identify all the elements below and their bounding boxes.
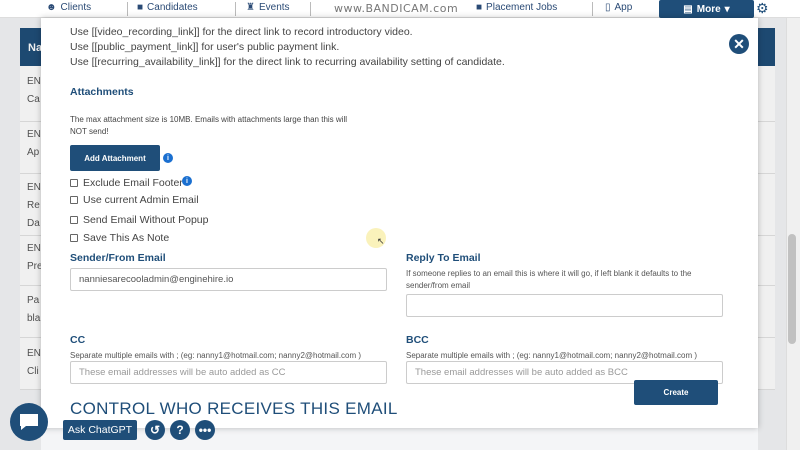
- attachment-size-note: The max attachment size is 10MB. Emails …: [70, 115, 347, 136]
- cc-field[interactable]: These email addresses will be auto added…: [70, 361, 387, 384]
- nav-clients-label: Clients: [60, 2, 92, 13]
- top-nav: ☻ Clients ■ Candidates ♜ Events ■ Placem…: [0, 0, 800, 18]
- reply-to-help: If someone replies to an email this is w…: [406, 269, 692, 290]
- close-modal-button[interactable]: ✕: [729, 34, 749, 54]
- cc-label: CC: [70, 334, 86, 346]
- reply-to-field[interactable]: [406, 294, 723, 317]
- nav-events[interactable]: ♜ Events: [246, 2, 290, 13]
- nav-divider: [310, 2, 311, 16]
- instruction-line: Use [[public_payment_link]] for user's p…: [70, 41, 340, 53]
- reply-to-label: Reply To Email: [406, 252, 481, 264]
- clients-icon: ☻: [46, 2, 57, 13]
- briefcase-icon: ■: [476, 2, 483, 13]
- info-icon[interactable]: i: [182, 176, 192, 186]
- trophy-icon: ♜: [246, 2, 255, 13]
- nav-placement-jobs[interactable]: ■ Placement Jobs: [476, 2, 557, 13]
- nav-candidates-label: Candidates: [147, 2, 198, 13]
- close-icon: ✕: [733, 36, 745, 52]
- checkbox-label: Save This As Note: [83, 232, 170, 244]
- mouse-cursor-icon: ↖: [377, 236, 385, 246]
- more-menu-button[interactable]: ▤ More ▾: [659, 0, 754, 18]
- nav-app[interactable]: ▯ App: [605, 2, 632, 13]
- recording-watermark: www.BANDICAM.com: [334, 2, 459, 15]
- nav-clients[interactable]: ☻ Clients: [46, 2, 91, 13]
- nav-divider: [235, 2, 236, 16]
- checkbox-label: Send Email Without Popup: [83, 214, 209, 226]
- nav-candidates[interactable]: ■ Candidates: [137, 2, 198, 13]
- checkbox-label: Use current Admin Email: [83, 194, 199, 206]
- nav-divider: [592, 2, 593, 16]
- instruction-line: Use [[video_recording_link]] for the dir…: [70, 26, 413, 38]
- sender-label: Sender/From Email: [70, 252, 166, 264]
- ask-chatgpt-button[interactable]: Ask ChatGPT: [63, 420, 137, 440]
- send-without-popup-checkbox[interactable]: [70, 216, 78, 224]
- attachments-title: Attachments: [70, 86, 134, 98]
- info-icon[interactable]: i: [163, 153, 173, 163]
- nav-placement-label: Placement Jobs: [486, 2, 558, 13]
- save-as-note-option[interactable]: Save This As Note: [70, 232, 169, 244]
- briefcase-icon: ■: [137, 2, 144, 13]
- chat-icon[interactable]: [10, 403, 48, 441]
- add-attachment-button[interactable]: Add Attachment: [70, 145, 160, 171]
- instruction-line: Use [[recurring_availability_link]] for …: [70, 56, 505, 68]
- bcc-label: BCC: [406, 334, 429, 346]
- nav-app-label: App: [614, 2, 633, 13]
- send-without-popup-option[interactable]: Send Email Without Popup: [70, 214, 209, 226]
- use-admin-email-checkbox[interactable]: [70, 196, 78, 204]
- checkbox-label: Exclude Email Footer: [83, 177, 183, 189]
- history-icon[interactable]: ↺: [145, 420, 165, 440]
- more-options-icon[interactable]: •••: [195, 420, 215, 440]
- create-button[interactable]: Create: [634, 380, 718, 405]
- caret-down-icon: ▾: [724, 3, 730, 15]
- more-label: More: [696, 3, 721, 15]
- modal-backdrop[interactable]: [758, 18, 786, 450]
- gear-icon[interactable]: ⚙: [756, 0, 770, 16]
- nav-events-label: Events: [258, 2, 290, 13]
- recipients-section-heading: CONTROL WHO RECEIVES THIS EMAIL: [70, 399, 398, 418]
- modal-backdrop[interactable]: [0, 18, 41, 450]
- more-icon: ▤: [683, 3, 693, 15]
- nav-divider: [127, 2, 128, 16]
- exclude-footer-option[interactable]: Exclude Email Footer: [70, 177, 183, 189]
- phone-icon: ▯: [605, 2, 611, 13]
- use-admin-email-option[interactable]: Use current Admin Email: [70, 194, 199, 206]
- scrollbar-thumb[interactable]: [788, 234, 796, 344]
- sender-email-field[interactable]: nanniesarecooladmin@enginehire.io: [70, 268, 387, 291]
- help-icon[interactable]: ?: [170, 420, 190, 440]
- exclude-footer-checkbox[interactable]: [70, 179, 78, 187]
- save-as-note-checkbox[interactable]: [70, 234, 78, 242]
